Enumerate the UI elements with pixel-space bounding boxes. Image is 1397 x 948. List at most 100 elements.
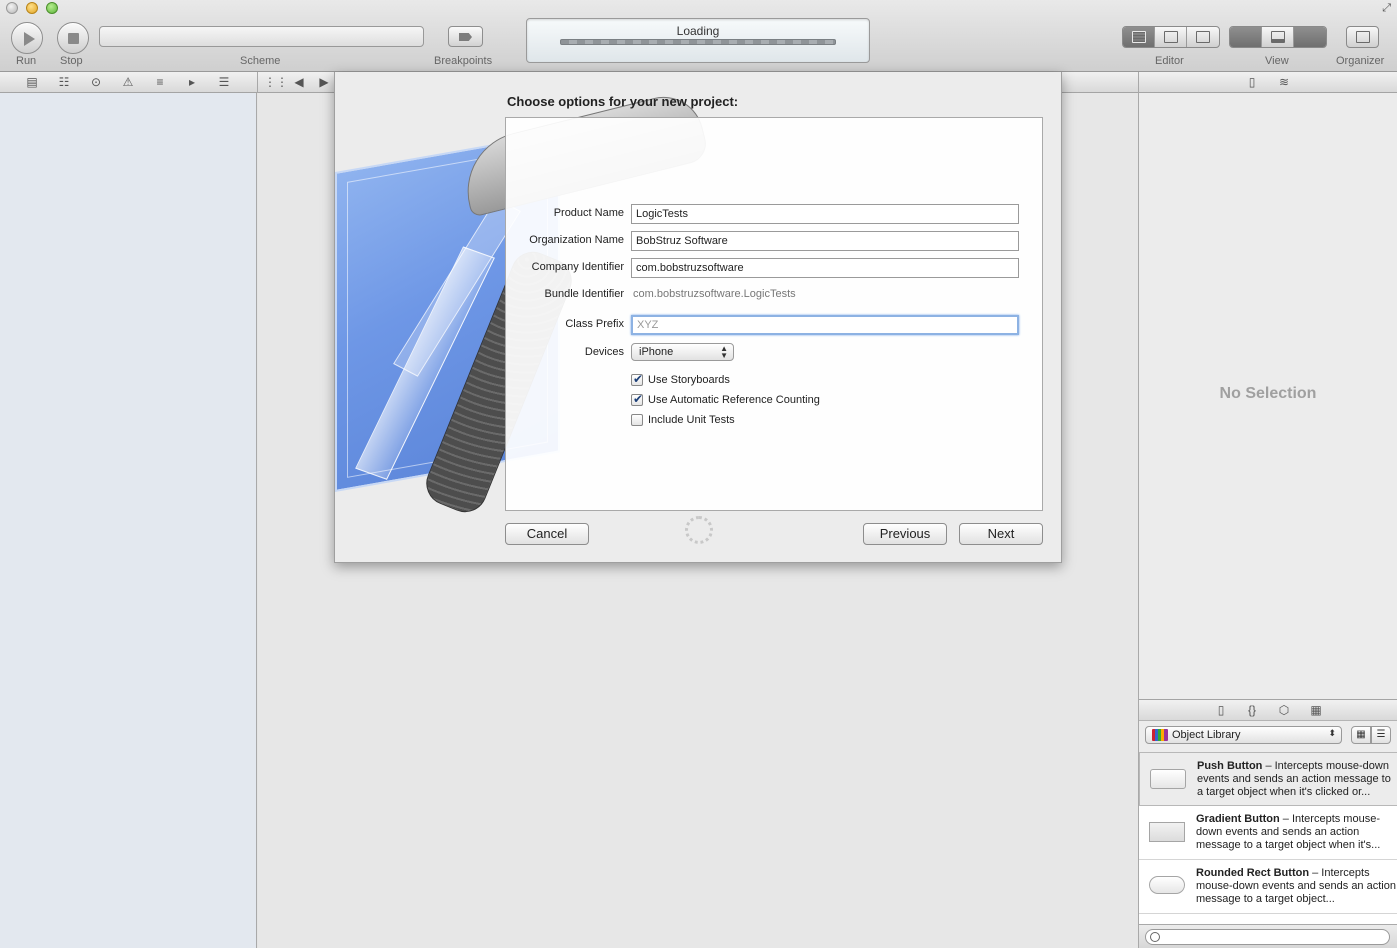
activity-progress-bar xyxy=(560,39,836,45)
file-template-icon[interactable]: ▯ xyxy=(1214,703,1228,717)
class-prefix-label: Class Prefix xyxy=(565,318,624,330)
related-items-icon[interactable]: ⋮⋮ xyxy=(264,75,288,89)
scheme-selector[interactable] xyxy=(99,26,424,47)
chevron-updown-icon: ▲ ▼ xyxy=(720,344,728,360)
bundle-identifier-row: Bundle Identifier com.bobstruzsoftware.L… xyxy=(506,285,1044,305)
issue-warning-icon[interactable]: ⚠ xyxy=(121,75,135,89)
product-name-label: Product Name xyxy=(553,207,624,219)
minimize-window-button[interactable] xyxy=(26,2,38,14)
organization-name-label: Organization Name xyxy=(529,234,624,246)
company-identifier-input[interactable] xyxy=(631,258,1019,278)
close-window-button[interactable] xyxy=(6,2,18,14)
library-popup-value: Object Library xyxy=(1172,729,1241,741)
organization-name-row: Organization Name xyxy=(506,231,1044,251)
bundle-identifier-label: Bundle Identifier xyxy=(544,288,625,300)
navigator-pane xyxy=(0,93,257,948)
view-segmented-control xyxy=(1229,26,1327,48)
breakpoints-button[interactable] xyxy=(448,26,483,47)
devices-select-value: iPhone xyxy=(639,346,674,358)
books-icon xyxy=(1152,729,1168,741)
navbar-divider xyxy=(257,72,258,93)
use-arc-checkbox[interactable] xyxy=(631,392,643,406)
debug-pane-icon xyxy=(1271,31,1285,43)
standard-editor-button[interactable] xyxy=(1123,27,1155,47)
fullscreen-icon[interactable]: ⤢ xyxy=(1382,2,1391,15)
class-prefix-input[interactable] xyxy=(631,315,1019,335)
sheet-title: Choose options for your new project: xyxy=(507,94,739,109)
library-search-input[interactable] xyxy=(1145,929,1390,945)
code-snippet-icon[interactable]: {} xyxy=(1245,703,1259,717)
library-item-gradient-button[interactable]: Gradient Button – Intercepts mouse-down … xyxy=(1139,806,1397,860)
assistant-editor-button[interactable] xyxy=(1155,27,1187,47)
organizer-label: Organizer xyxy=(1336,55,1385,67)
toggle-utilities-button[interactable] xyxy=(1294,27,1326,47)
use-arc-label: Use Automatic Reference Counting xyxy=(648,394,820,406)
include-unit-tests-checkbox[interactable] xyxy=(631,414,643,426)
new-project-sheet: Choose options for your new project: Pro… xyxy=(334,72,1062,563)
devices-select[interactable]: iPhone ▲ ▼ xyxy=(631,343,734,361)
back-arrow-icon[interactable]: ◀ xyxy=(292,75,306,89)
bundle-identifier-value: com.bobstruzsoftware.LogicTests xyxy=(633,288,796,300)
zoom-window-button[interactable] xyxy=(46,2,58,14)
chevron-updown-icon: ⬍ xyxy=(1328,728,1336,738)
toggle-navigator-button[interactable] xyxy=(1230,27,1262,47)
no-selection-text: No Selection xyxy=(1219,385,1317,402)
library-popup[interactable]: Object Library ⬍ xyxy=(1145,726,1342,744)
breakpoint-icon xyxy=(459,33,472,41)
class-prefix-row: Class Prefix xyxy=(506,315,1044,335)
organizer-button[interactable] xyxy=(1346,26,1379,48)
next-button[interactable]: Next xyxy=(959,523,1043,545)
loading-spinner xyxy=(685,516,713,544)
log-navigator-icon[interactable]: ☰ xyxy=(217,75,231,89)
project-options-form: Product Name Organization Name Company I… xyxy=(505,117,1043,511)
play-icon xyxy=(24,32,35,46)
navbar-divider xyxy=(1138,72,1139,93)
library-list: Push Button – Intercepts mouse-down even… xyxy=(1139,752,1397,924)
debug-navigator-icon[interactable]: ≡ xyxy=(153,75,167,89)
toggle-debug-area-button[interactable] xyxy=(1262,27,1294,47)
utilities-pane: No Selection ▯ {} ⬡ ▦ Object Library ⬍ ▦… xyxy=(1138,93,1397,948)
standard-editor-icon xyxy=(1132,31,1146,43)
library-item-text: Push Button – Intercepts mouse-down even… xyxy=(1197,760,1395,799)
use-storyboards-checkbox[interactable] xyxy=(631,372,643,386)
folder-icon[interactable]: ▤ xyxy=(25,75,39,89)
breakpoint-navigator-icon[interactable]: ▸ xyxy=(185,75,199,89)
previous-button[interactable]: Previous xyxy=(863,523,947,545)
library-item-text: Gradient Button – Intercepts mouse-down … xyxy=(1196,813,1396,852)
symbol-navigator-icon[interactable]: ☷ xyxy=(57,75,71,89)
list-view-button[interactable]: ☰ xyxy=(1371,726,1391,744)
object-library-icon[interactable]: ⬡ xyxy=(1277,703,1291,717)
file-inspector-icon[interactable]: ▯ xyxy=(1245,75,1259,89)
include-unit-tests-label: Include Unit Tests xyxy=(648,414,735,426)
stop-label: Stop xyxy=(60,55,83,67)
editor-label: Editor xyxy=(1155,55,1184,67)
push-button-thumbnail xyxy=(1150,769,1186,789)
library-item-rounded-rect-button[interactable]: Rounded Rect Button – Intercepts mouse-d… xyxy=(1139,860,1397,914)
grid-view-button[interactable]: ▦ xyxy=(1351,726,1371,744)
product-name-input[interactable] xyxy=(631,204,1019,224)
activity-viewer: Loading xyxy=(526,18,870,63)
quick-help-icon[interactable]: ≋ xyxy=(1277,75,1291,89)
version-editor-icon xyxy=(1196,31,1210,43)
forward-arrow-icon[interactable]: ▶ xyxy=(317,75,331,89)
organizer-icon xyxy=(1356,31,1370,43)
search-navigator-icon[interactable]: ⊙ xyxy=(89,75,103,89)
devices-label: Devices xyxy=(584,346,624,358)
run-button[interactable] xyxy=(11,22,43,54)
stop-button[interactable] xyxy=(57,22,89,54)
library-selector-bar: ▯ {} ⬡ ▦ xyxy=(1139,699,1397,721)
company-identifier-row: Company Identifier xyxy=(506,258,1044,278)
activity-status-text: Loading xyxy=(676,24,720,38)
version-editor-button[interactable] xyxy=(1187,27,1219,47)
gradient-button-thumbnail xyxy=(1149,822,1185,842)
cancel-button[interactable]: Cancel xyxy=(505,523,589,545)
assistant-editor-icon xyxy=(1164,31,1178,43)
rounded-rect-button-thumbnail xyxy=(1149,876,1185,894)
library-item-push-button[interactable]: Push Button – Intercepts mouse-down even… xyxy=(1139,752,1397,806)
run-label: Run xyxy=(16,55,37,67)
view-label: View xyxy=(1265,55,1289,67)
media-library-icon[interactable]: ▦ xyxy=(1309,703,1323,717)
stop-icon xyxy=(68,33,79,44)
library-item-name: Rounded Rect Button xyxy=(1196,867,1310,879)
organization-name-input[interactable] xyxy=(631,231,1019,251)
